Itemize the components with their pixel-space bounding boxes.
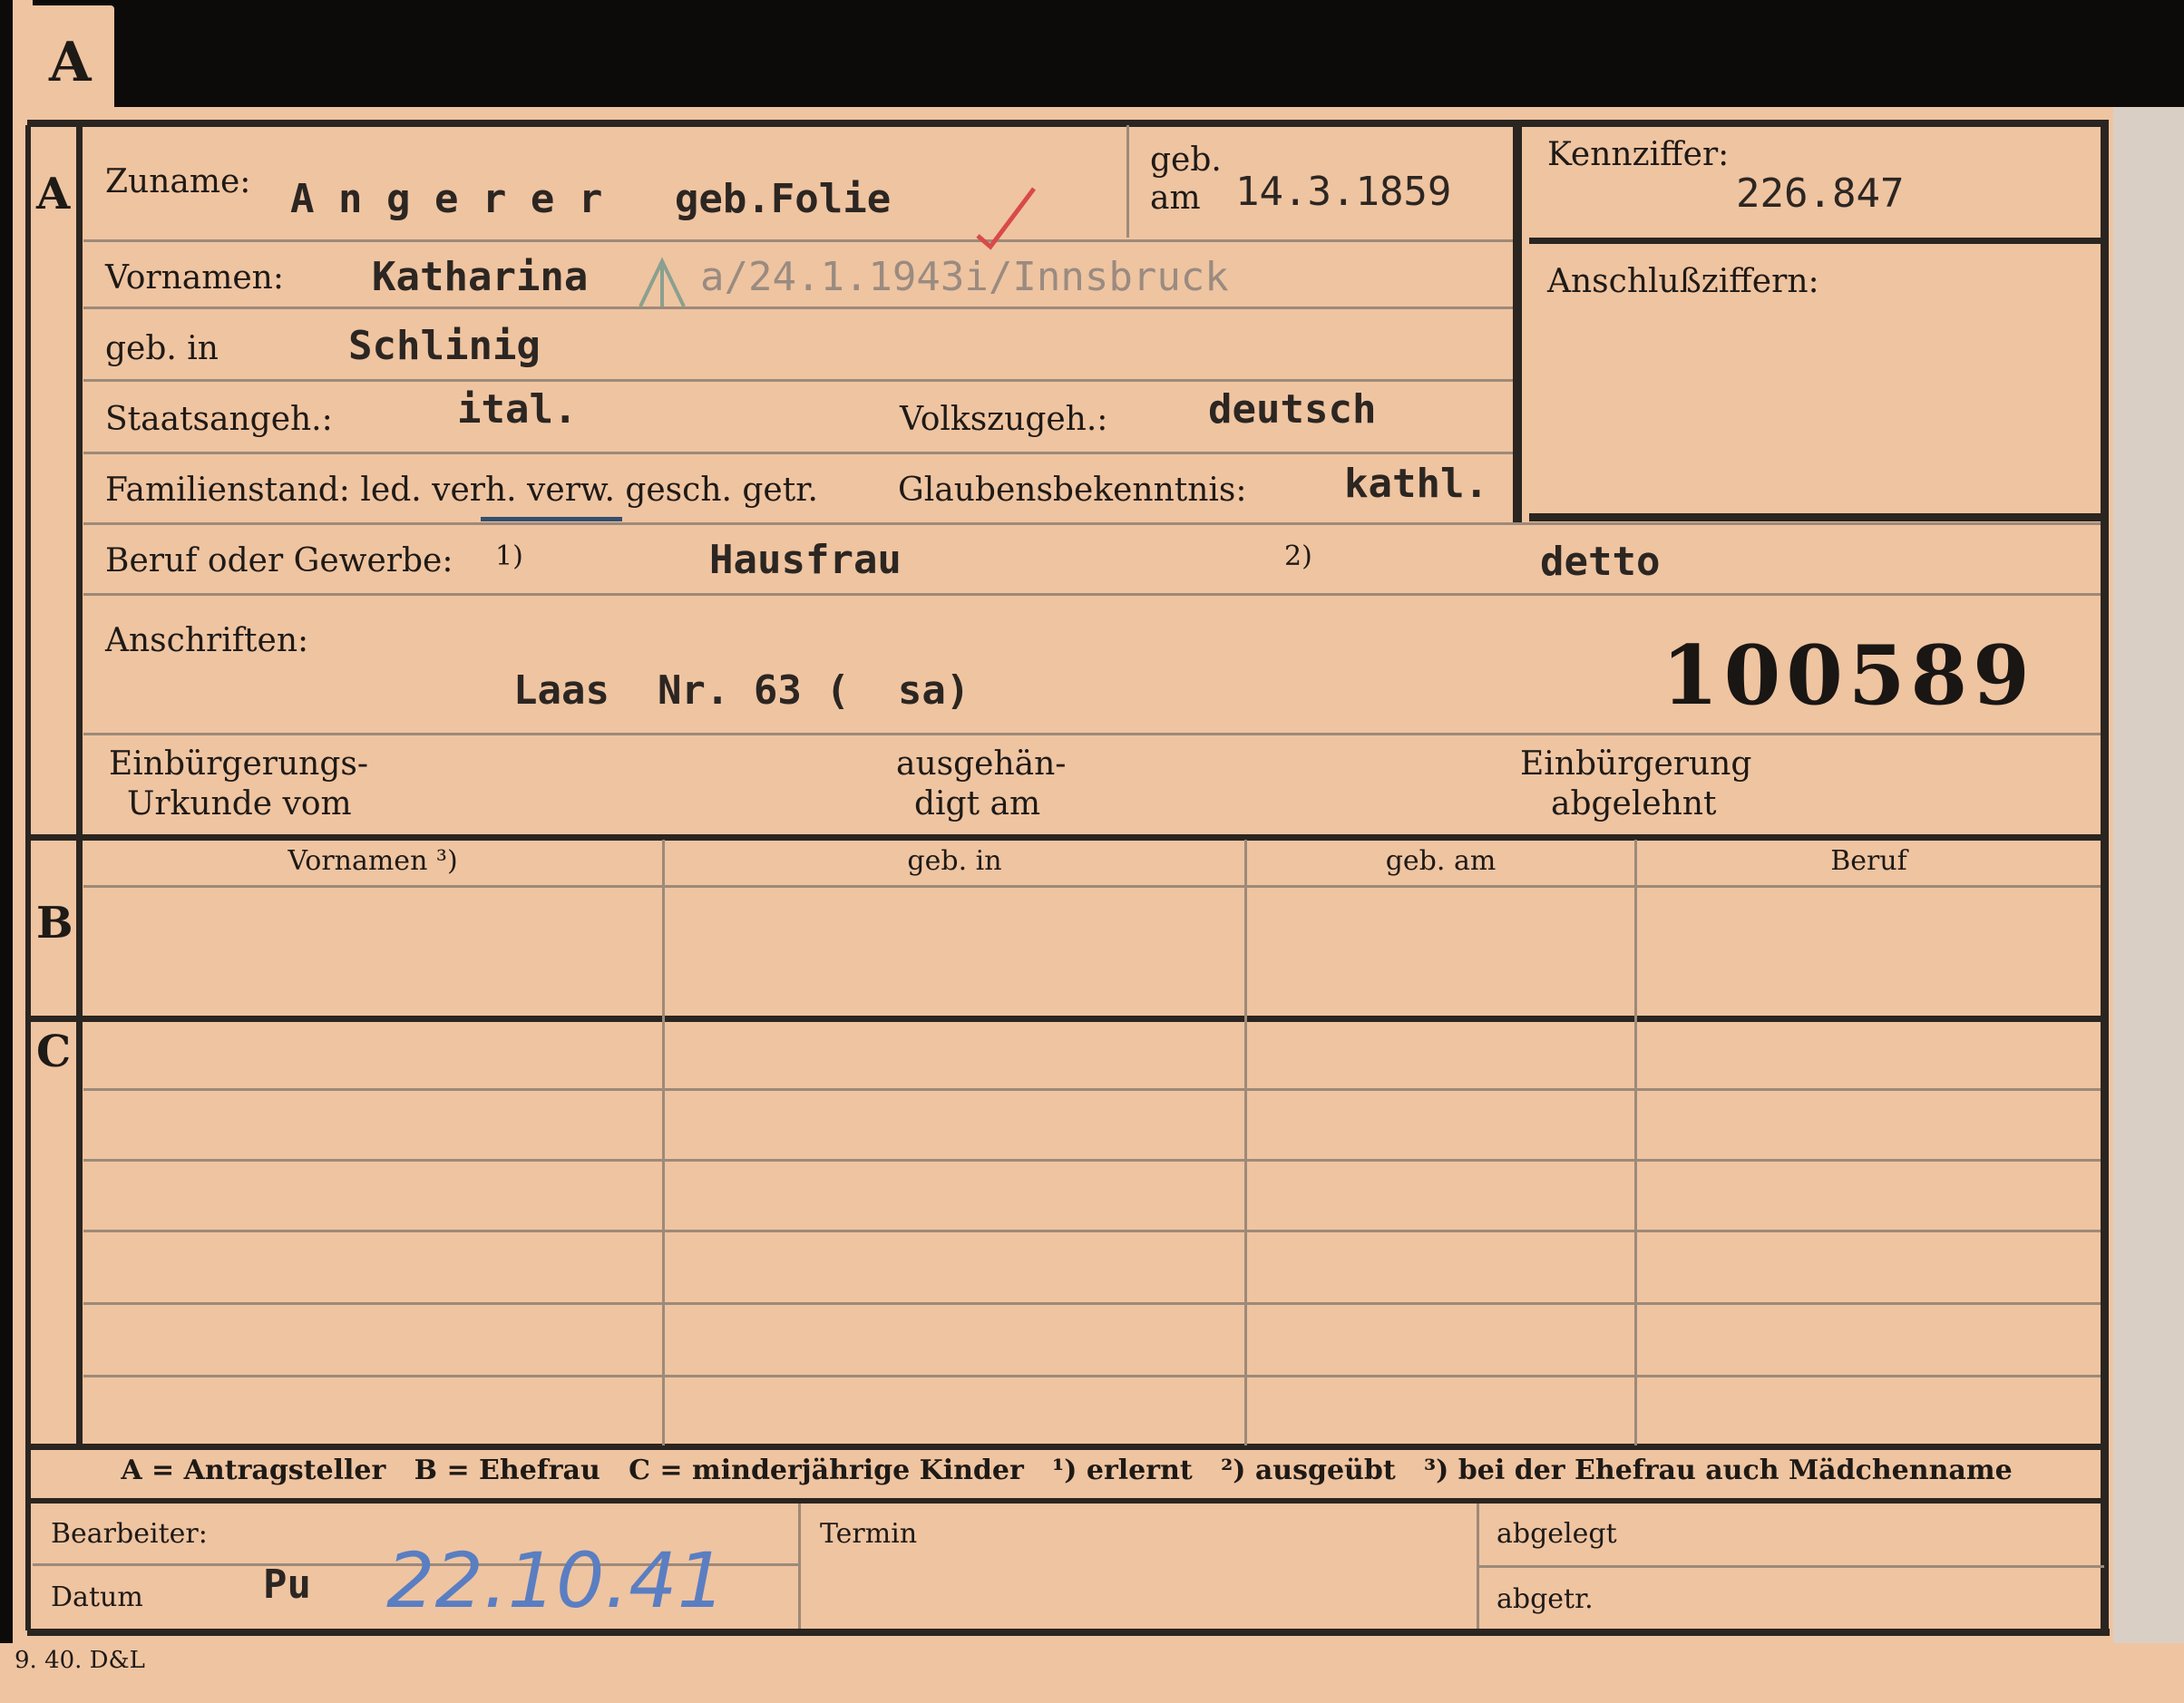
geb-in-value: Schlinig [348,323,541,369]
einbuergerung-abgelehnt-label-1: Einbürgerung [1520,745,1752,783]
anschriften-value: Laas Nr. 63 ( sa) [513,667,970,714]
bottom-strip [0,1643,2184,1703]
einbuergerungsurkunde-label-1: Einbürgerungs- [109,745,369,783]
staatsangeh-value: ital. [457,386,578,433]
beruf-value: Hausfrau [709,537,902,583]
vornamen-note: a/24.1.1943i/Innsbruck [700,254,1229,300]
print-mark: 9. 40. D&L [15,1647,145,1674]
table-column-line [662,840,665,1445]
row-line [83,593,2101,596]
table-row-line [83,1230,2101,1232]
table-column-line [1634,840,1637,1445]
geb-in-label: geb. in [105,330,219,367]
volkszugeh-label: Volkszugeh.: [900,401,1108,438]
section-label-a: A [36,169,71,219]
table-column-line [1244,840,1247,1445]
staatsangeh-label: Staatsangeh.: [105,401,333,438]
zuname-value: A n g e r e r geb.Folie [290,176,892,222]
ausgehaendigt-label-1: ausgehän- [896,745,1067,783]
geb-am-label-1: geb. [1150,141,1222,179]
vornamen-label: Vornamen: [105,259,284,297]
row-line [83,239,1513,242]
card-right-edge [2113,107,2184,1643]
section-a-bottom [27,834,2104,841]
table-header-geb-am: geb. am [1385,845,1497,877]
section-label-c: C [36,1027,72,1077]
row-line [83,733,2101,735]
glaubensbekenntnis-label: Glaubensbekenntnis: [898,472,1247,509]
table-row-line [83,1159,2101,1162]
volkszugeh-value: deutsch [1208,386,1377,433]
beruf-value-2: detto [1540,539,1661,585]
left-border [25,125,31,1630]
beruf-footnote-2: 2) [1284,540,1312,572]
datum-label: Datum [51,1581,143,1613]
vornamen-value: Katharina [372,254,589,300]
einbuergerung-abgelehnt-label-2: abgelehnt [1551,785,1717,822]
table-header-geb-in: geb. in [907,845,1002,877]
section-b-bottom [27,1016,2104,1022]
footer-divider [798,1504,801,1629]
beruf-footnote-1: 1) [495,540,523,572]
geb-am-value: 14.3.1859 [1235,169,1452,215]
top-border [27,120,2104,127]
table-row-line [83,1375,2101,1377]
legend-bottom [27,1498,2104,1504]
ausgehaendigt-label-2: digt am [914,785,1041,822]
termin-label: Termin [820,1518,918,1550]
table-header-line [83,885,2101,888]
zuname-label: Zuname: [105,163,251,200]
section-c-bottom [27,1444,2104,1450]
familienstand-underline [481,517,622,521]
glaubensbekenntnis-value: kathl. [1344,461,1488,507]
kennziffer-divider [1529,238,2101,244]
case-number: 100589 [1662,628,2035,724]
right-border [2101,120,2109,1634]
footer-row-line [1478,1565,2104,1568]
row-line [83,452,1513,454]
red-check-mark [976,187,1036,250]
abgelegt-label: abgelegt [1497,1518,1617,1550]
tab-letter: A [49,31,92,94]
anschlussziffern-label: Anschlußziffern: [1547,263,1819,300]
row-line [83,379,1513,382]
kennziffer-value: 226.847 [1736,170,1905,217]
bottom-border [27,1629,2110,1636]
anschluss-box-bottom [1529,513,2101,521]
row-line [83,522,2101,525]
familienstand-label: Familienstand: led. verh. verw. gesch. g… [105,472,818,509]
green-symbol-mark [639,257,686,307]
initials-value: Pu [263,1562,311,1608]
legend-line: A = Antragsteller B = Ehefrau C = minder… [121,1455,2013,1486]
einbuergerungsurkunde-label-2: Urkunde vom [127,785,352,822]
section-label-b: B [36,898,73,949]
handwritten-date: 22.10.41 [386,1536,726,1625]
table-row-line [83,1302,2101,1305]
table-row-line [83,1088,2101,1091]
geb-am-label-2: am [1150,180,1201,217]
beruf-label: Beruf oder Gewerbe: [105,542,453,579]
bearbeiter-label: Bearbeiter: [51,1518,208,1550]
abgetr-label: abgetr. [1497,1583,1594,1615]
row-line [83,307,1513,309]
section-divider-vertical [76,125,83,1449]
index-tab: A [16,5,114,114]
table-header-vornamen: Vornamen ³) [288,845,458,877]
table-header-beruf: Beruf [1830,845,1907,877]
kennziffer-label: Kennziffer: [1547,136,1730,173]
anschriften-label: Anschriften: [105,622,309,659]
geb-am-divider [1126,125,1129,238]
kennziffer-box-border [1513,125,1522,524]
